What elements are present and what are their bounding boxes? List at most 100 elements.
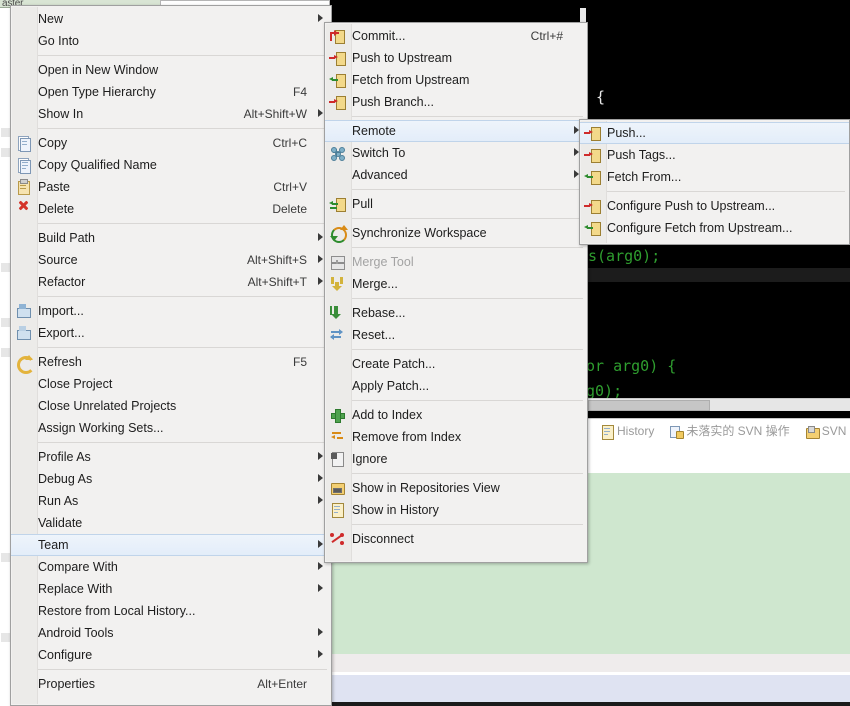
menu-item-label: Restore from Local History... [38,604,196,618]
menu-item-ignore[interactable]: Ignore [325,448,587,470]
editor-scrollbar-thumb[interactable] [588,400,710,411]
menu-item-advanced[interactable]: Advanced [325,164,587,186]
menu-item-close-project[interactable]: Close Project [11,373,331,395]
team-submenu[interactable]: Commit... Ctrl+# Push to Upstream Fetch fro… [324,22,588,563]
menu-item-pull[interactable]: Pull [325,193,587,215]
push-upstream-icon [329,50,346,66]
merge-icon [329,276,346,292]
bottom-border [330,702,850,706]
remote-submenu[interactable]: Push... Push Tags... Fetch From... Configur… [579,119,850,245]
menu-item-assign-working-sets[interactable]: Assign Working Sets... [11,417,331,439]
menu-item-show-in-history[interactable]: Show in History [325,499,587,521]
menu-item-restore-from-local-history[interactable]: Restore from Local History... [11,600,331,622]
switch-to-icon [329,145,345,161]
menu-item-configure[interactable]: Configure [11,644,331,666]
menu-item-export[interactable]: Export... [11,322,331,344]
menu-item-compare-with[interactable]: Compare With [11,556,331,578]
menu-item-build-path[interactable]: Build Path [11,227,331,249]
menu-item-push-to-upstream[interactable]: Push to Upstream [325,47,587,69]
menu-item-copy[interactable]: Copy Ctrl+C [11,132,331,154]
menu-item-fetch-from[interactable]: Fetch From... [580,166,849,188]
menu-item-label: Refactor [38,275,86,289]
import-icon [15,303,32,319]
menu-item-configure-fetch-from-upstream[interactable]: Configure Fetch from Upstream... [580,217,849,239]
menu-item-create-patch[interactable]: Create Patch... [325,353,587,375]
view-tabbar: History 未落实的 SVN 操作 SVN 资 [586,418,850,442]
menu-item-refresh[interactable]: Refresh F5 [11,351,331,374]
menu-item-open-type-hierarchy[interactable]: Open Type Hierarchy F4 [11,81,331,103]
menu-item-copy-qualified-name[interactable]: Copy Qualified Name [11,154,331,176]
menu-item-merge[interactable]: Merge... [325,273,587,295]
menu-item-label: Disconnect [352,532,414,546]
merge-tool-icon [329,254,345,270]
menu-item-import[interactable]: Import... [11,300,331,322]
submenu-arrow-icon [311,562,323,572]
menu-item-show-in[interactable]: Show In Alt+Shift+W [11,103,331,125]
submenu-arrow-icon [311,255,323,265]
menu-item-reset[interactable]: Reset... [325,324,587,346]
menu-item-shortcut: Alt+Shift+W [243,107,307,121]
view-tab-svn-resource[interactable]: SVN 资 [797,422,850,439]
menu-item-push-tags[interactable]: Push Tags... [580,144,849,166]
project-context-menu[interactable]: New Go Into Open in New Window Open Type Hi… [10,5,332,706]
menu-item-push-branch[interactable]: Push Branch... [325,91,587,113]
push-branch-icon [329,94,346,110]
menu-item-replace-with[interactable]: Replace With [11,578,331,600]
menu-item-delete[interactable]: Delete Delete [11,198,331,220]
menu-item-apply-patch[interactable]: Apply Patch... [325,375,587,397]
menu-item-team[interactable]: Team [11,534,331,556]
menu-item-source[interactable]: Source Alt+Shift+S [11,249,331,271]
menu-item-fetch-from-upstream[interactable]: Fetch from Upstream [325,69,587,91]
synchronize-icon [329,225,348,243]
menu-item-properties[interactable]: Properties Alt+Enter [11,673,331,695]
menu-item-paste[interactable]: Paste Ctrl+V [11,176,331,198]
submenu-arrow-icon [311,277,323,287]
menu-item-push[interactable]: Push... [580,122,849,144]
menu-item-go-into[interactable]: Go Into [11,30,331,52]
menu-item-refactor[interactable]: Refactor Alt+Shift+T [11,271,331,293]
menu-item-synchronize-workspace[interactable]: Synchronize Workspace [325,222,587,244]
menu-item-label: Source [38,253,78,267]
view-tab-history[interactable]: History [592,424,661,440]
menu-item-configure-push-to-upstream[interactable]: Configure Push to Upstream... [580,195,849,217]
menu-item-close-unrelated-projects[interactable]: Close Unrelated Projects [11,395,331,417]
menu-item-disconnect[interactable]: Disconnect [325,528,587,550]
menu-item-rebase[interactable]: Rebase... [325,302,587,324]
configure-fetch-icon [584,220,601,236]
menu-item-show-in-repositories-view[interactable]: Show in Repositories View [325,477,587,499]
svn-pending-icon [668,424,685,439]
menu-item-open-in-new-window[interactable]: Open in New Window [11,59,331,81]
configure-fetch-icon [584,220,601,236]
menu-item-add-to-index[interactable]: Add to Index [325,404,587,426]
menu-item-remote[interactable]: Remote [325,120,587,142]
menu-item-run-as[interactable]: Run As [11,490,331,512]
menu-item-label: Rebase... [352,306,406,320]
menu-item-label: Commit... [352,29,406,43]
merge-icon [329,276,345,292]
menu-item-android-tools[interactable]: Android Tools [11,622,331,644]
menu-item-commit[interactable]: Commit... Ctrl+# [325,25,587,47]
export-icon [15,325,32,341]
view-tab-label: 未落实的 SVN 操作 [686,424,790,438]
menu-separator [38,442,327,443]
add-to-index-icon [329,407,345,423]
menu-separator [352,218,583,219]
menu-item-validate[interactable]: Validate [11,512,331,534]
menu-item-switch-to[interactable]: Switch To [325,142,587,164]
history-icon [599,424,614,440]
menu-item-remove-from-index[interactable]: Remove from Index [325,426,587,448]
view-tab-svn-pending[interactable]: 未落实的 SVN 操作 [661,422,796,439]
submenu-arrow-icon [311,474,323,484]
menu-item-label: Close Unrelated Projects [38,399,177,413]
menu-item-label: New [38,12,64,26]
menu-item-merge-tool: Merge Tool [325,251,587,273]
menu-item-new[interactable]: New [11,8,331,30]
menu-item-label: Show In [38,107,84,121]
copy-qualified-icon [15,157,31,174]
menu-item-profile-as[interactable]: Profile As [11,446,331,468]
menu-item-label: Advanced [352,168,408,182]
commit-icon [329,28,345,44]
export-icon [15,325,31,341]
fetch-from-icon [584,169,601,185]
menu-item-debug-as[interactable]: Debug As [11,468,331,490]
